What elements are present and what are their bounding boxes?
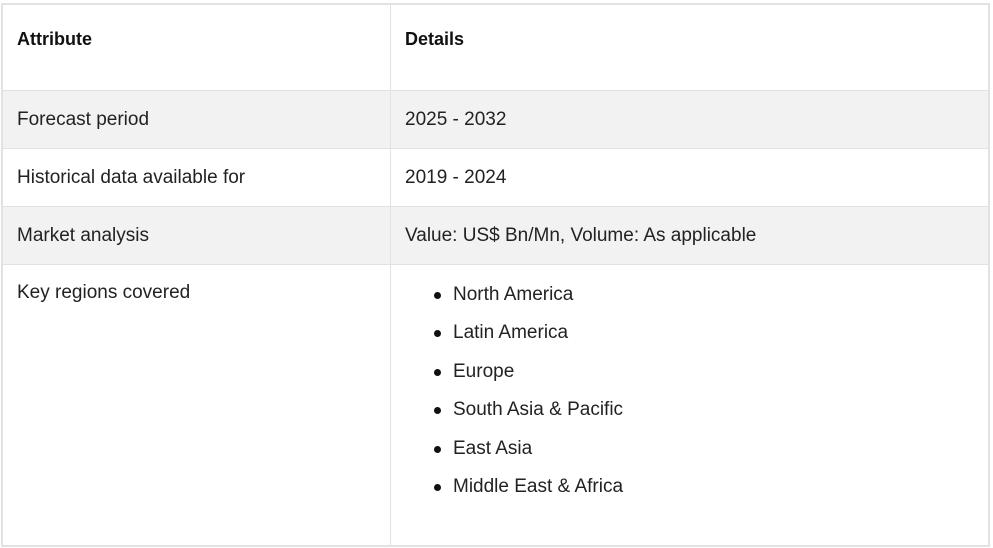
row-attribute: Key regions covered [2, 264, 391, 546]
bullet-icon [434, 483, 441, 491]
region-label: Europe [453, 360, 515, 382]
list-item: Middle East & Africa [434, 475, 974, 513]
table-row: Key regions covered North America Latin … [2, 264, 989, 546]
bullet-icon [434, 368, 441, 376]
region-label: Latin America [453, 322, 569, 344]
region-label: Middle East & Africa [453, 475, 624, 497]
table-row: Historical data available for 2019 - 202… [2, 148, 989, 207]
region-label: East Asia [453, 437, 533, 459]
table-row: Forecast period 2025 - 2032 [2, 90, 989, 149]
bullet-icon [434, 330, 441, 338]
table-header-row: Attribute Details [2, 4, 989, 91]
bullet-icon [434, 445, 441, 453]
row-attribute: Forecast period [2, 90, 391, 149]
row-details: 2025 - 2032 [390, 90, 989, 149]
table-row: Market analysis Value: US$ Bn/Mn, Volume… [2, 206, 989, 265]
list-item: Latin America [434, 321, 974, 359]
list-item: Europe [434, 360, 974, 398]
row-attribute: Historical data available for [2, 148, 391, 207]
row-details: North America Latin America Europe South… [390, 264, 989, 546]
row-details: 2019 - 2024 [390, 148, 989, 207]
bullet-icon [434, 407, 441, 415]
list-item: North America [434, 283, 974, 321]
report-attributes-table: Attribute Details Forecast period 2025 -… [1, 3, 990, 547]
header-details: Details [390, 4, 989, 91]
regions-list: North America Latin America Europe South… [405, 283, 974, 513]
list-item: East Asia [434, 437, 974, 475]
row-attribute: Market analysis [2, 206, 391, 265]
bullet-icon [434, 292, 441, 299]
header-attribute: Attribute [2, 4, 391, 91]
attributes-table: Attribute Details Forecast period 2025 -… [2, 4, 989, 546]
region-label: South Asia & Pacific [453, 399, 624, 421]
row-details: Value: US$ Bn/Mn, Volume: As applicable [390, 206, 989, 265]
list-item: South Asia & Pacific [434, 398, 974, 436]
region-label: North America [453, 284, 574, 305]
